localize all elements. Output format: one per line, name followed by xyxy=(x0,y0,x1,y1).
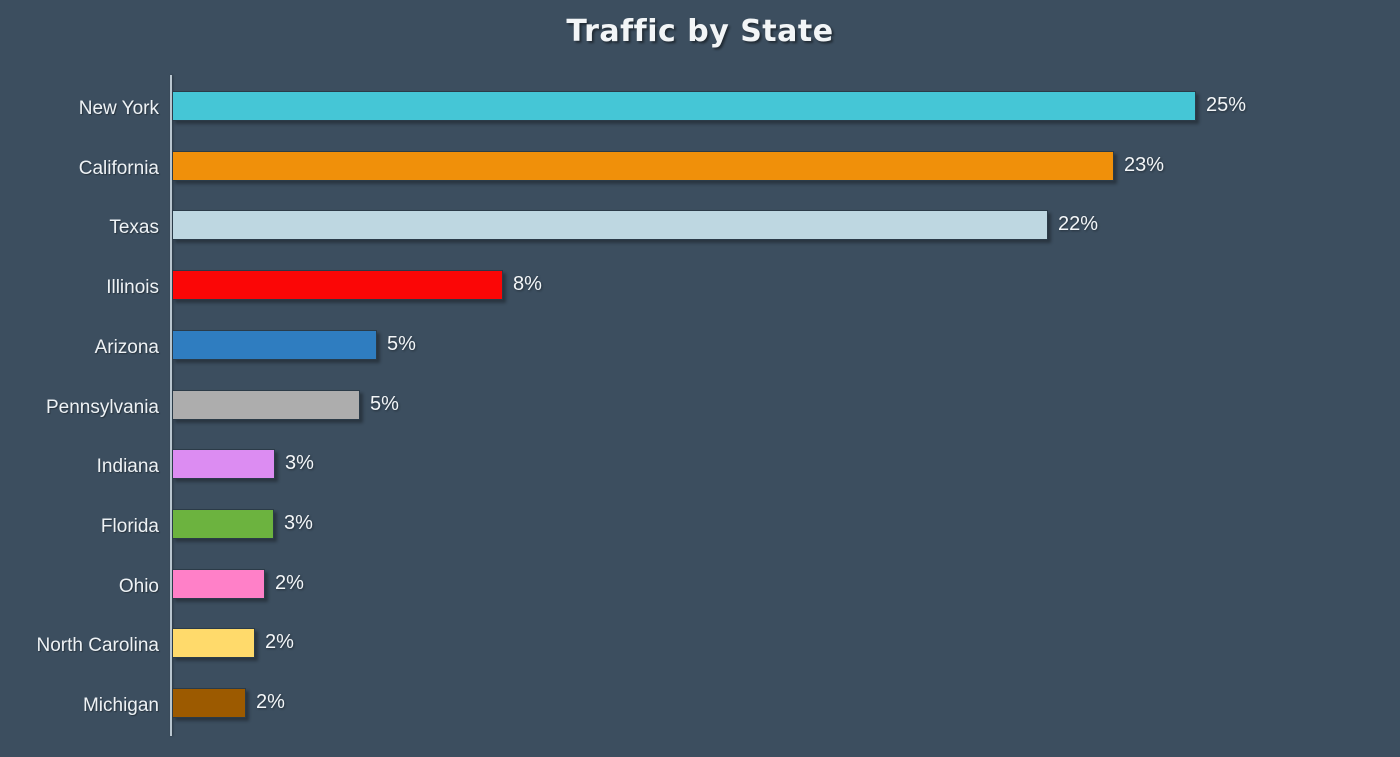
bar-value-label: 22% xyxy=(1058,213,1099,236)
bar-value-label: 8% xyxy=(513,273,542,296)
bar[interactable] xyxy=(172,270,503,301)
bar-row: North Carolina 2% xyxy=(0,628,1400,668)
bar-value-label: 3% xyxy=(285,452,314,475)
bar-value-label: 5% xyxy=(387,332,416,355)
bar[interactable] xyxy=(172,508,274,539)
bar-row: Pennsylvania 5% xyxy=(0,389,1400,430)
bar[interactable] xyxy=(172,150,1114,181)
category-label: Indiana xyxy=(96,456,159,478)
bar[interactable] xyxy=(172,688,246,718)
bar[interactable] xyxy=(172,449,275,480)
bar-value-label: 23% xyxy=(1124,153,1165,176)
bar-row: Texas 22% xyxy=(0,210,1400,250)
bar-row: Indiana 3% xyxy=(0,449,1400,489)
bar[interactable] xyxy=(172,628,255,659)
category-label: North Carolina xyxy=(36,635,160,657)
bar-value-label: 2% xyxy=(256,691,285,713)
bar-value-label: 2% xyxy=(275,571,304,594)
bar[interactable] xyxy=(172,329,377,360)
bar-row: Florida 3% xyxy=(0,508,1400,549)
bar-value-label: 5% xyxy=(370,392,399,415)
category-label: Pennsylvania xyxy=(45,396,159,418)
category-label: Michigan xyxy=(82,695,159,716)
bar-row: California 23% xyxy=(0,150,1400,191)
category-label: Florida xyxy=(100,515,159,537)
bar-row: Arizona 5% xyxy=(0,329,1400,370)
chart-container: Traffic by State New York 25% California 23… xyxy=(0,0,1400,757)
category-label: California xyxy=(78,157,159,179)
bar-value-label: 25% xyxy=(1206,94,1247,116)
bar-row: Ohio 2% xyxy=(0,568,1400,609)
bar[interactable] xyxy=(172,91,1196,121)
bar-value-label: 2% xyxy=(265,631,294,654)
category-label: Illinois xyxy=(106,277,159,299)
bar-value-label: 3% xyxy=(284,511,313,534)
category-label: Texas xyxy=(109,217,159,239)
bar[interactable] xyxy=(172,568,265,599)
bar-row: Michigan 2% xyxy=(0,688,1400,728)
category-label: Ohio xyxy=(118,575,159,597)
bar-row: Illinois 8% xyxy=(0,270,1400,310)
bar[interactable] xyxy=(172,210,1048,241)
bar[interactable] xyxy=(172,389,360,420)
plot-area: New York 25% California 23% Texas 22% Illinois… xyxy=(0,0,1400,757)
category-label: Arizona xyxy=(94,336,159,358)
category-label: New York xyxy=(78,98,159,119)
bar-row: New York 25% xyxy=(0,91,1400,131)
